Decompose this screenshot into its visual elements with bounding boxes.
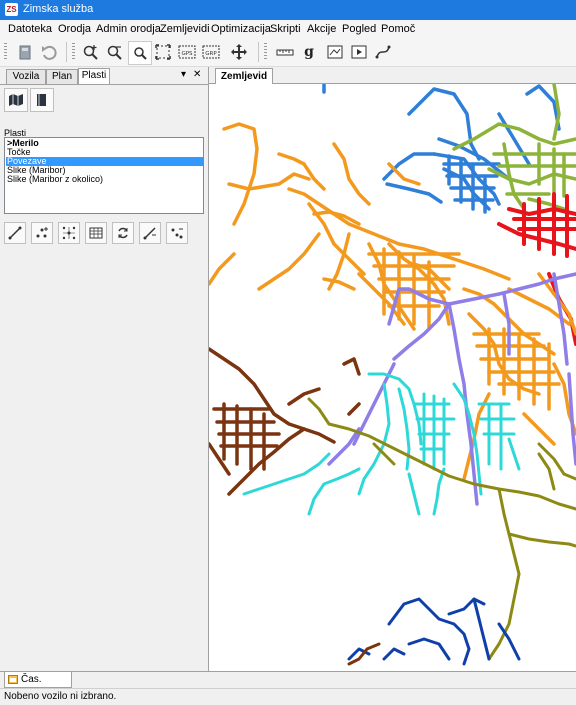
- add-node-icon[interactable]: [31, 222, 53, 244]
- grp-label: GRP: [205, 51, 217, 57]
- menu-optimizacija[interactable]: Optimizacija: [211, 23, 271, 35]
- menu-pogled[interactable]: Pogled: [342, 23, 376, 35]
- panel-dropdown-icon[interactable]: ▾: [181, 69, 186, 80]
- remove-line-icon[interactable]: [139, 222, 161, 244]
- menu-pomoc[interactable]: Pomoč: [381, 23, 415, 35]
- gps-label: GPS: [181, 51, 193, 57]
- menu-datoteka[interactable]: Datoteka: [8, 23, 52, 35]
- map-doc-icon[interactable]: [324, 41, 346, 63]
- g-icon[interactable]: g: [298, 41, 320, 63]
- zoom-out-icon[interactable]: [104, 41, 126, 63]
- tab-plan[interactable]: Plan: [46, 69, 78, 84]
- list-item[interactable]: Slike (Maribor z okolico): [6, 175, 203, 184]
- pan-icon[interactable]: [228, 41, 250, 63]
- menu-skripti[interactable]: Skripti: [270, 23, 301, 35]
- book-icon[interactable]: [30, 88, 54, 112]
- play-icon[interactable]: [348, 41, 370, 63]
- map-canvas[interactable]: [209, 84, 576, 671]
- g-label: g: [304, 44, 314, 60]
- toolbar-separator: [258, 42, 259, 62]
- gps-icon[interactable]: GPS: [176, 41, 198, 63]
- menu-akcije[interactable]: Akcije: [307, 23, 336, 35]
- window-title: Zimska služba: [23, 3, 94, 15]
- table-icon[interactable]: [85, 222, 107, 244]
- refresh-icon[interactable]: [112, 222, 134, 244]
- status-bar: Nobeno vozilo ni izbrano.: [0, 688, 576, 705]
- grp-icon[interactable]: GRP: [200, 41, 222, 63]
- road-network: [209, 84, 576, 666]
- menu-bar: Datoteka Orodja Admin orodja Zemljevidi …: [0, 20, 576, 38]
- database-icon[interactable]: [14, 41, 36, 63]
- remove-node-icon[interactable]: [166, 222, 188, 244]
- zoom-box-icon[interactable]: [128, 41, 152, 65]
- toolbar-separator: [66, 42, 67, 62]
- road-layer-purple: [327, 272, 576, 506]
- menu-admin-orodja[interactable]: Admin orodja: [96, 23, 161, 35]
- toolbar-grip[interactable]: [264, 43, 267, 61]
- list-item[interactable]: >Merilo: [6, 139, 203, 148]
- layers-list[interactable]: >Merilo Točke Povezave Slike (Maribor) S…: [4, 137, 204, 214]
- toolbar-grip[interactable]: [4, 43, 7, 61]
- toolbar: GPS GRP g: [0, 38, 576, 67]
- route-icon[interactable]: [372, 41, 394, 63]
- toolbar-grip[interactable]: [72, 43, 75, 61]
- bottom-tab-bar: Čas. interval: [0, 671, 576, 700]
- road-layer-brown: [209, 347, 361, 496]
- tab-plasti[interactable]: Plasti: [78, 68, 110, 84]
- move-node-icon[interactable]: [58, 222, 80, 244]
- menu-orodja[interactable]: Orodja: [58, 23, 91, 35]
- ruler-icon[interactable]: [274, 41, 296, 63]
- app-icon: ZS: [5, 3, 18, 16]
- calendar-icon: [8, 675, 18, 684]
- left-panel: Vozila Plan Plasti ▾ ✕ Plasti >Merilo To…: [0, 67, 209, 672]
- menu-zemljevidi[interactable]: Zemljevidi: [160, 23, 210, 35]
- panel-close-icon[interactable]: ✕: [193, 69, 201, 80]
- tab-cas-interval[interactable]: Čas. interval: [4, 672, 72, 700]
- undo-icon[interactable]: [38, 41, 60, 63]
- zoom-extent-icon[interactable]: [152, 41, 174, 63]
- edit-line-icon[interactable]: [4, 222, 26, 244]
- plasti-panel: Plasti >Merilo Točke Povezave Slike (Mar…: [0, 84, 208, 672]
- zoom-in-icon[interactable]: [80, 41, 102, 63]
- map-tab-bar: Zemljevid: [209, 67, 576, 84]
- tab-zemljevid[interactable]: Zemljevid: [215, 68, 273, 84]
- map-layers-icon[interactable]: [4, 88, 28, 112]
- status-text: Nobeno vozilo ni izbrano.: [4, 691, 117, 702]
- tab-vozila[interactable]: Vozila: [6, 69, 46, 84]
- title-bar: ZS Zimska služba: [0, 0, 576, 20]
